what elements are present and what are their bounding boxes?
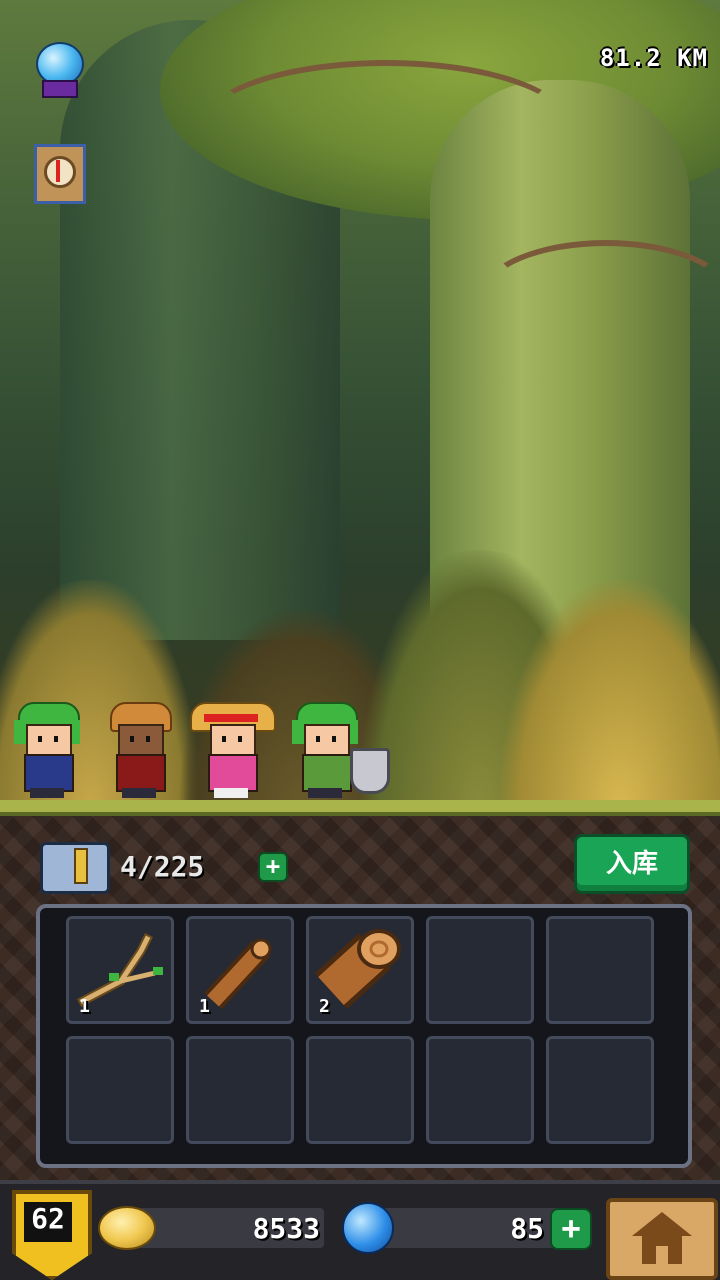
store-button[interactable]: 入库 [574, 834, 690, 894]
inventory-slot[interactable] [546, 1036, 654, 1144]
item-quantity: 2 [319, 996, 330, 1017]
home-icon [632, 1212, 692, 1236]
ground-strip [0, 800, 720, 816]
item-quantity: 1 [199, 996, 210, 1017]
item-quantity: 1 [79, 996, 90, 1017]
inventory-slot[interactable] [426, 1036, 534, 1144]
inventory-slot[interactable] [306, 1036, 414, 1144]
expand-inventory-button[interactable]: + [258, 852, 288, 882]
hero-green-hat[interactable] [12, 700, 82, 800]
inventory-capacity: 4/225 [120, 850, 205, 883]
vine [480, 240, 720, 352]
gem-count: 85 [510, 1212, 544, 1245]
grass-bush [500, 580, 720, 810]
crystal-ball-icon[interactable] [30, 40, 86, 98]
home-button[interactable] [606, 1198, 718, 1280]
shield-icon [350, 748, 390, 794]
distance-readout: 81.2 KM [599, 44, 708, 72]
inventory-slot[interactable] [426, 916, 534, 1024]
add-gems-button[interactable]: + [550, 1208, 592, 1250]
inventory-grid: 1 1 2 [36, 904, 692, 1168]
inventory-slot[interactable]: 1 [186, 916, 294, 1024]
gold-coin-icon [98, 1206, 156, 1250]
player-level: 62 [31, 1202, 65, 1235]
hero-blond[interactable] [104, 700, 174, 800]
compass-icon[interactable] [34, 144, 90, 204]
blue-gem-icon [342, 1202, 394, 1254]
forest-scene [0, 0, 720, 810]
inventory-slot[interactable] [186, 1036, 294, 1144]
coin-count: 8533 [252, 1212, 320, 1245]
backpack-icon [34, 838, 110, 894]
vine [200, 60, 572, 192]
inventory-slot[interactable]: 1 [66, 916, 174, 1024]
inventory-slot[interactable]: 2 [306, 916, 414, 1024]
inventory-slot[interactable] [66, 1036, 174, 1144]
hero-straw-hat[interactable] [190, 700, 276, 800]
inventory-slot[interactable] [546, 916, 654, 1024]
game-screen: 81.2 KM 4/225 + 入库 1 1 2 62 8533 85 + [0, 0, 720, 1280]
